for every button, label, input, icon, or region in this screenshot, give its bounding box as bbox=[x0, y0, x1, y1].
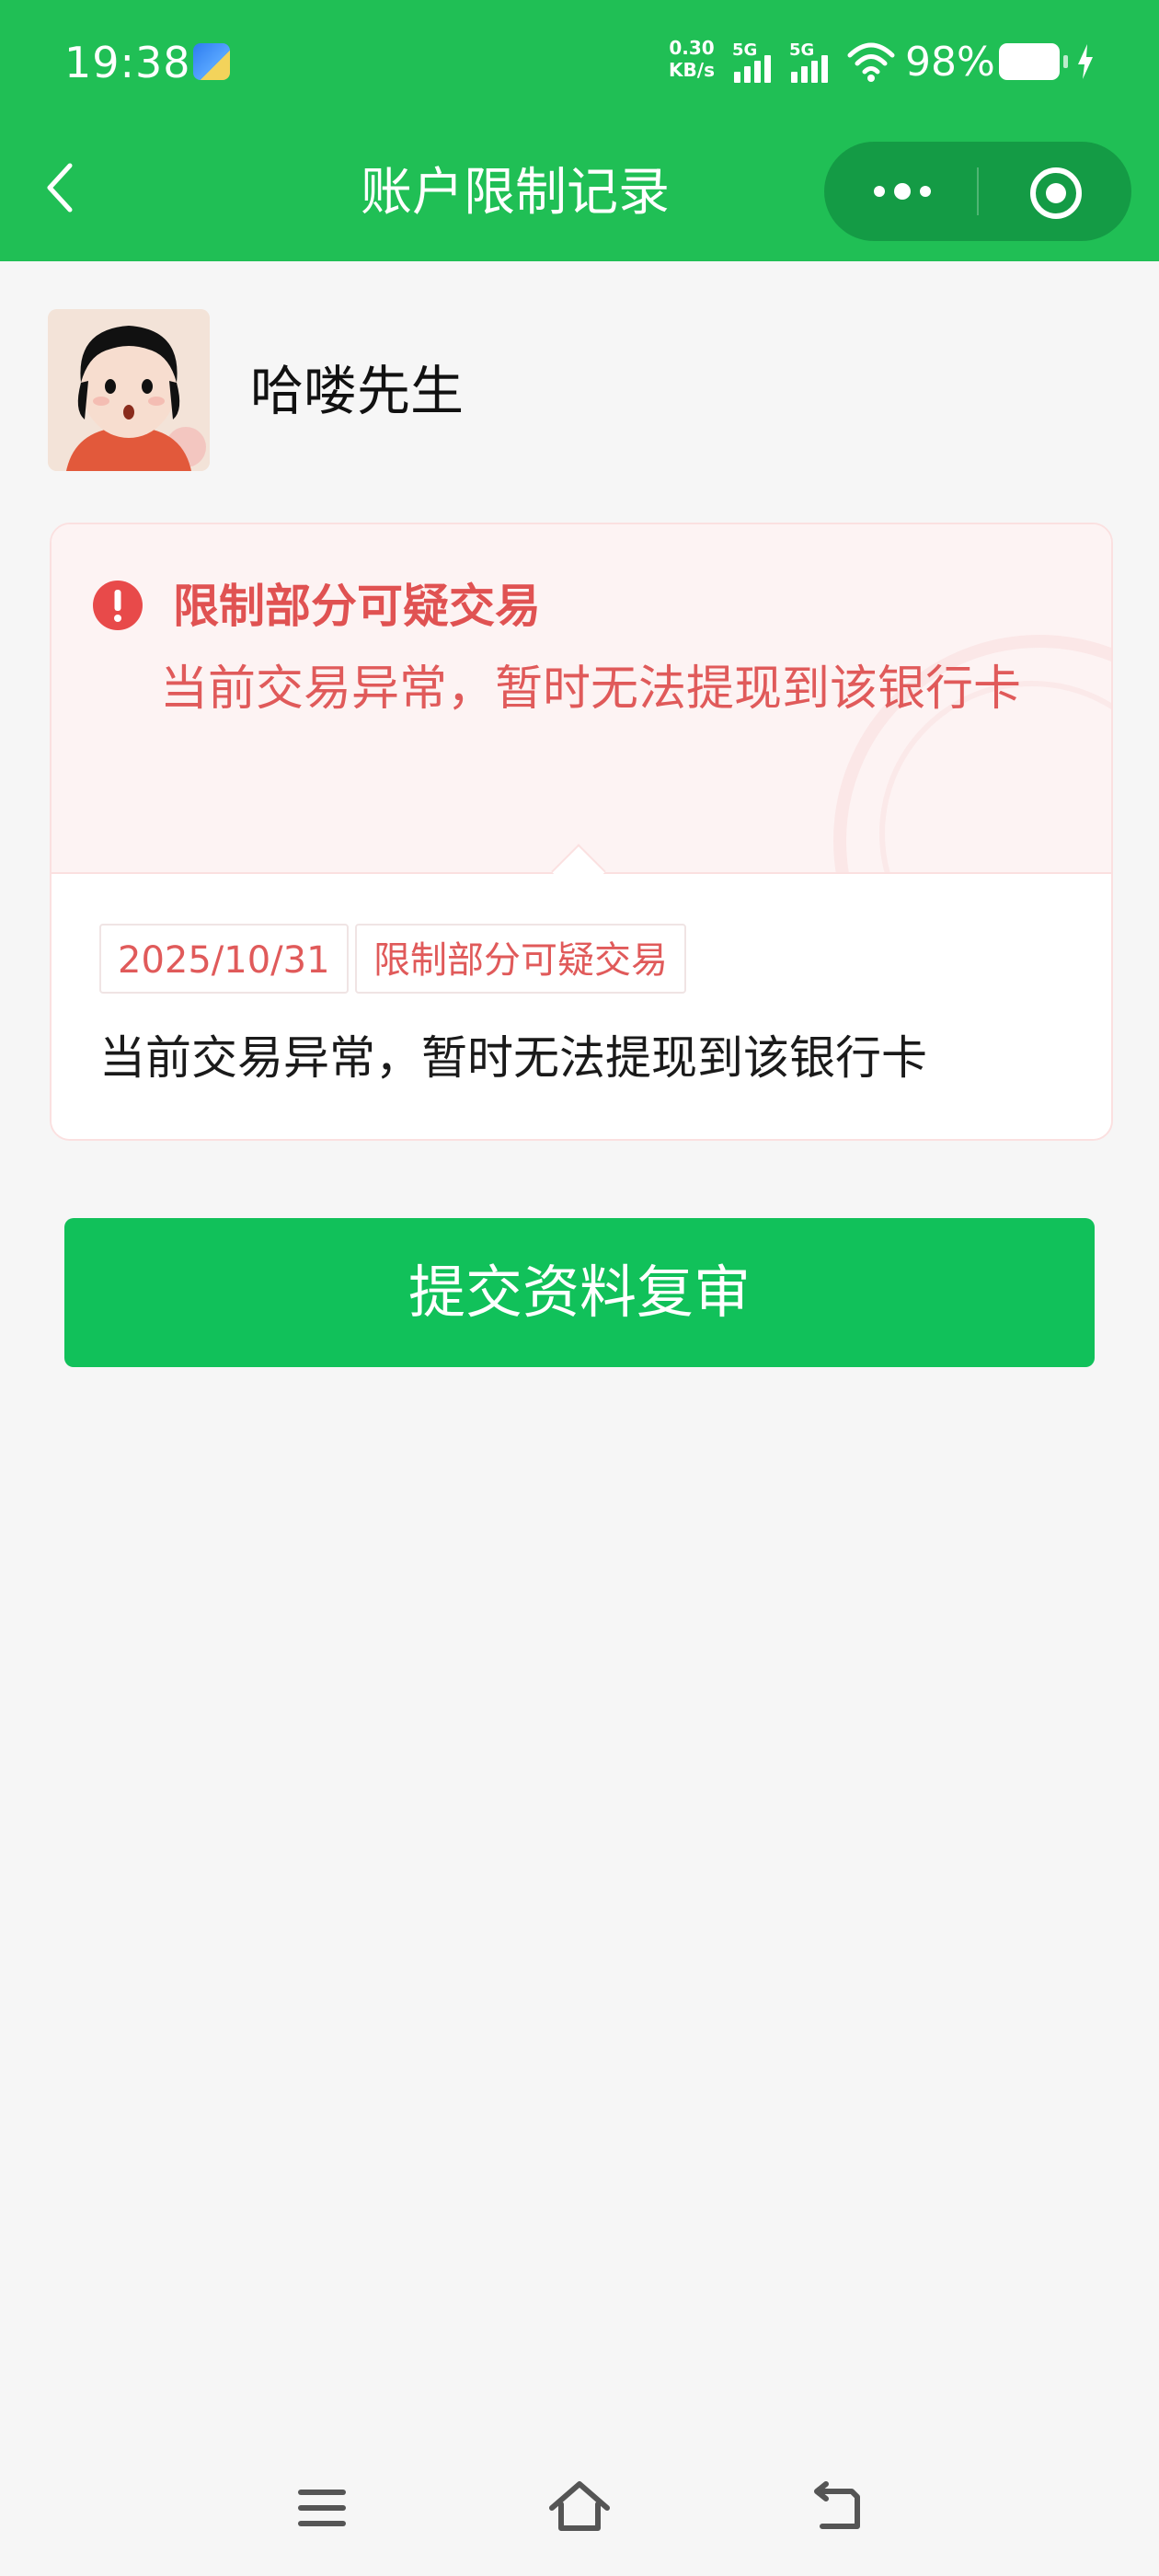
record-detail-text: 当前交易异常，暂时无法提现到该银行卡 bbox=[99, 1031, 927, 1085]
battery-percent: 98% bbox=[905, 39, 995, 86]
battery-icon bbox=[999, 43, 1060, 80]
home-icon[interactable] bbox=[543, 2471, 616, 2545]
signal-2-label: 5G bbox=[789, 40, 815, 60]
signal-1-label: 5G bbox=[732, 40, 758, 60]
alert-description: 当前交易异常，暂时无法提现到该银行卡 bbox=[160, 661, 1022, 717]
mini-program-capsule bbox=[824, 142, 1131, 241]
more-dots-icon[interactable] bbox=[861, 173, 944, 210]
user-name: 哈喽先生 bbox=[250, 360, 465, 422]
network-speed-value: 0.30 bbox=[669, 37, 715, 59]
record-type-tag: 限制部分可疑交易 bbox=[355, 924, 686, 994]
alert-title: 限制部分可疑交易 bbox=[173, 580, 541, 633]
menu-icon[interactable] bbox=[285, 2471, 359, 2545]
restriction-card: 限制部分可疑交易 当前交易异常，暂时无法提现到该银行卡 2025/10/31 限… bbox=[50, 523, 1113, 1141]
wifi-icon bbox=[847, 42, 895, 82]
page-title: 账户限制记录 bbox=[361, 163, 670, 223]
record-detail-panel bbox=[52, 872, 1111, 1139]
header-bar: 19:38 0.30 KB/s 5G 5G 98% 账户限制记录 bbox=[0, 0, 1159, 261]
record-date-tag: 2025/10/31 bbox=[99, 924, 349, 994]
network-speed-unit: KB/s bbox=[669, 59, 715, 81]
cartoon-avatar bbox=[48, 309, 210, 471]
capsule-divider bbox=[977, 167, 979, 215]
back-arrow-icon[interactable] bbox=[800, 2471, 874, 2545]
avatar bbox=[48, 309, 210, 471]
signal-2-icon: 5G bbox=[789, 40, 837, 83]
status-time: 19:38 bbox=[64, 38, 191, 87]
exclamation-circle-icon bbox=[93, 581, 143, 630]
battery-tip bbox=[1063, 55, 1068, 68]
submit-review-button[interactable]: 提交资料复审 bbox=[64, 1218, 1095, 1367]
target-circle-icon[interactable] bbox=[1028, 166, 1084, 221]
network-speed: 0.30 KB/s bbox=[664, 37, 719, 81]
charging-bolt-icon bbox=[1078, 44, 1093, 79]
signal-1-icon: 5G bbox=[732, 40, 780, 83]
chevron-left-icon[interactable] bbox=[40, 158, 81, 217]
app-notification-icon bbox=[193, 43, 230, 80]
